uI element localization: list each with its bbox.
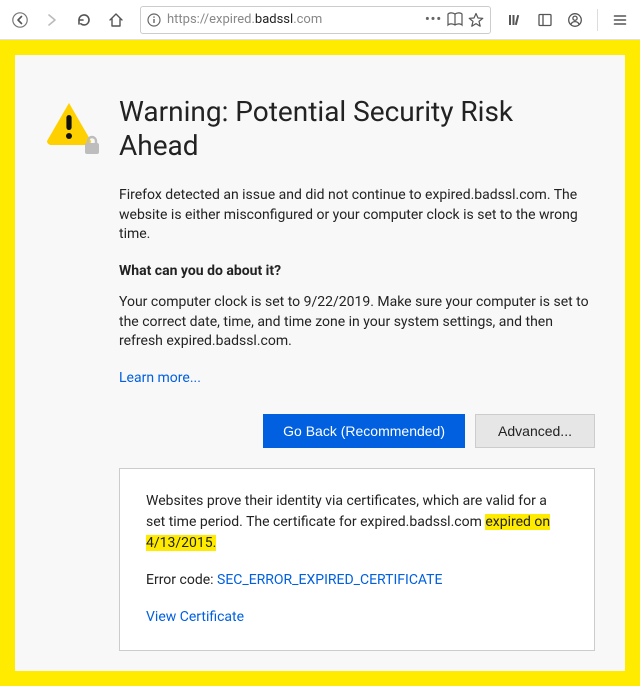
cert-details-text: Websites prove their identity via certif… [146,491,568,554]
button-row: Go Back (Recommended) Advanced... [119,414,595,448]
info-icon[interactable] [147,13,161,27]
lock-icon [83,135,101,155]
home-button[interactable] [102,6,130,34]
error-code-link[interactable]: SEC_ERROR_EXPIRED_CERTIFICATE [217,572,442,588]
view-certificate-link[interactable]: View Certificate [146,609,244,625]
subhead: What can you do about it? [119,263,595,279]
page-actions-icon[interactable]: ••• [425,12,442,27]
url-text: https://expired.badssl.com [167,12,322,27]
url-bar[interactable]: https://expired.badssl.com ••• [140,6,491,34]
error-code-line: Error code: SEC_ERROR_EXPIRED_CERTIFICAT… [146,570,568,591]
go-back-button[interactable]: Go Back (Recommended) [263,414,465,448]
reload-button[interactable] [70,6,98,34]
library-icon[interactable] [501,6,529,34]
bookmark-star-icon[interactable] [468,12,484,28]
details-box: Websites prove their identity via certif… [119,468,595,651]
browser-toolbar: https://expired.badssl.com ••• [0,0,640,40]
account-icon[interactable] [561,6,589,34]
reader-mode-icon[interactable] [446,12,464,28]
advanced-button[interactable]: Advanced... [475,414,595,448]
clock-message: Your computer clock is set to 9/22/2019.… [119,293,595,352]
page-title: Warning: Potential Security Risk Ahead [119,95,595,162]
learn-more-link[interactable]: Learn more... [119,370,201,386]
warning-icon [45,95,101,651]
back-button[interactable] [6,6,34,34]
content-frame: Warning: Potential Security Risk Ahead F… [0,40,640,686]
sidebar-icon[interactable] [531,6,559,34]
warning-panel: Warning: Potential Security Risk Ahead F… [15,55,625,671]
forward-button[interactable] [38,6,66,34]
menu-icon[interactable] [606,6,634,34]
intro-text: Firefox detected an issue and did not co… [119,186,595,245]
